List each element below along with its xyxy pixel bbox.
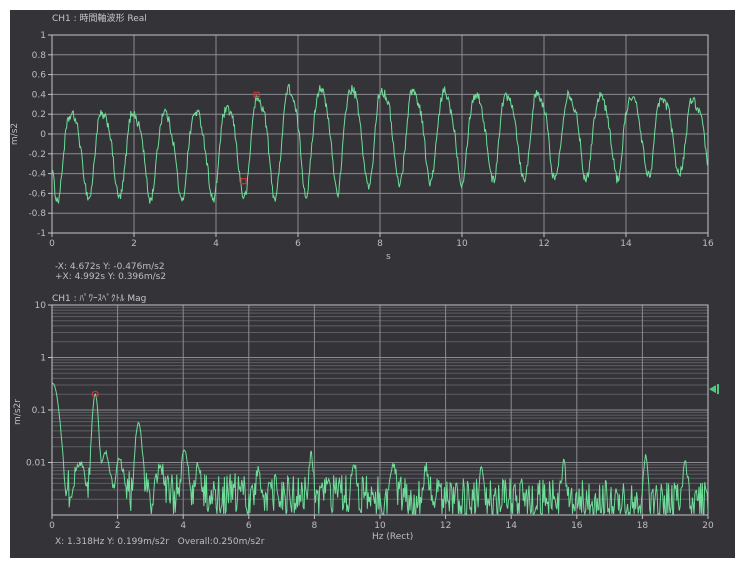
time-x-tick-label: 0 (49, 239, 55, 249)
time-y-tick-label: -0.2 (28, 150, 46, 160)
time-x-tick-label: 12 (538, 239, 549, 249)
spec-y-tick-label: 0.1 (32, 406, 46, 416)
spec-x-tick-label: 4 (180, 521, 186, 531)
analyzer-panel: CH1 : 時間軸波形 Real m/s2 s -X: 4.672s Y: -0… (10, 10, 735, 558)
time-y-tick-label: 0 (40, 130, 46, 140)
spec-x-tick-label: 0 (49, 521, 55, 531)
time-x-tick-label: 8 (377, 239, 383, 249)
time-y-tick-label: 0.4 (32, 90, 47, 100)
time-y-tick-label: -1 (37, 229, 46, 239)
time-chart-plot[interactable]: 0 2 4 6 8 10 12 14 16 1 0.8 0.6 0.4 0.2 0 -0.2 -0.4 -0.6 -… (28, 31, 714, 249)
spec-x-tick-label: 2 (115, 521, 121, 531)
time-y-tick-label: -0.4 (28, 170, 46, 180)
spec-x-tick-label: 6 (246, 521, 252, 531)
spec-y-tick-label: 10 (35, 301, 47, 311)
time-y-tick-label: 0.6 (32, 71, 47, 81)
spec-x-tick-label: 10 (374, 521, 386, 531)
spec-y-tick-label: 1 (40, 354, 46, 364)
time-cursor-marker (240, 178, 247, 185)
time-x-tick-label: 14 (620, 239, 632, 249)
time-x-tick-label: 10 (456, 239, 468, 249)
spectrum-chart-plot[interactable]: 0 2 4 6 8 10 12 14 16 18 20 10 1 0.1 0.01 (26, 301, 719, 531)
spec-x-tick-label: 12 (440, 521, 451, 531)
time-x-tick-label: 6 (295, 239, 301, 249)
time-y-tick-label: -0.8 (28, 209, 46, 219)
spec-x-tick-label: 18 (637, 521, 649, 531)
time-y-tick-label: 0.2 (32, 110, 46, 120)
analyzer-screen: CH1 : 時間軸波形 Real m/s2 s -X: 4.672s Y: -0… (0, 0, 748, 568)
time-y-tick-label: 0.8 (32, 51, 47, 61)
charts-canvas: 0 2 4 6 8 10 12 14 1610.80.60.40.20-0.2-0.4-0.6-… (26, 31, 719, 531)
time-x-tick-label: 4 (213, 239, 219, 249)
time-x-tick-label: 16 (702, 239, 714, 249)
spec-x-tick-label: 20 (702, 521, 714, 531)
spec-x-tick-label: 16 (571, 521, 583, 531)
time-x-tick-label: 2 (131, 239, 137, 249)
spec-x-tick-label: 8 (312, 521, 318, 531)
time-y-tick-label: 1 (40, 31, 46, 41)
overall-level-marker-bar (717, 384, 719, 395)
spec-y-tick-label: 0.01 (26, 459, 46, 469)
time-y-tick-label: -0.6 (28, 189, 46, 199)
spec-x-tick-label: 14 (505, 521, 517, 531)
overall-level-marker-arrow (709, 385, 716, 394)
